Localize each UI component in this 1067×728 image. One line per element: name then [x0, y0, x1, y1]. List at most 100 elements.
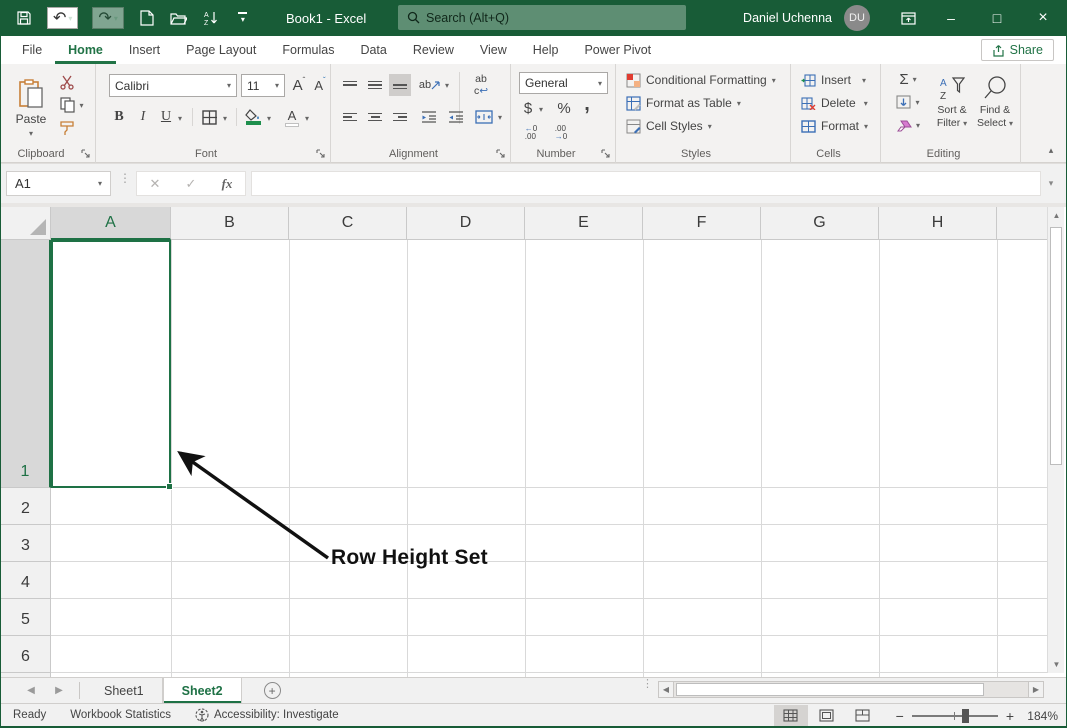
fill-button[interactable]: ▾ — [891, 92, 925, 112]
insert-function-icon[interactable]: fx — [209, 176, 245, 192]
open-folder-icon[interactable] — [170, 9, 188, 27]
sort-filter-button[interactable]: AZ Sort &Filter ▾ — [933, 69, 971, 135]
zoom-level[interactable]: 184% — [1016, 709, 1058, 723]
scroll-right-icon[interactable]: ▶ — [1028, 682, 1043, 697]
name-box[interactable]: A1 ▾ — [6, 171, 111, 196]
decrease-decimal-button[interactable]: .00→0 — [549, 122, 573, 144]
underline-dropdown-icon[interactable]: ▾ — [178, 114, 182, 123]
column-header-d[interactable]: D — [407, 207, 525, 240]
borders-dropdown-icon[interactable]: ▾ — [223, 114, 227, 123]
collapse-ribbon-icon[interactable]: ▴ — [1041, 142, 1061, 158]
tab-view[interactable]: View — [467, 36, 520, 64]
clipboard-dialog-launcher-icon[interactable] — [81, 149, 91, 159]
sort-az-icon[interactable]: AZ — [202, 9, 220, 27]
middle-align-button[interactable] — [364, 74, 386, 96]
comma-style-button[interactable]: , — [579, 94, 595, 114]
selected-cell-a1[interactable] — [51, 240, 171, 488]
tabbar-splitter[interactable]: ⋮ — [642, 682, 653, 687]
copy-dropdown-icon[interactable]: ▾ — [79, 101, 83, 110]
vertical-scrollbar[interactable]: ▲ ▼ — [1047, 207, 1064, 673]
borders-button[interactable] — [198, 106, 220, 128]
redo-button[interactable]: ↷▾ — [92, 7, 123, 29]
row-header-4[interactable]: 4 — [1, 562, 51, 599]
normal-view-icon[interactable] — [774, 705, 808, 726]
tab-home[interactable]: Home — [55, 36, 116, 64]
font-family-select[interactable]: Calibri▾ — [109, 74, 237, 97]
column-header-f[interactable]: F — [643, 207, 761, 240]
grid-row-5[interactable] — [51, 599, 1047, 636]
format-painter-button[interactable] — [56, 118, 78, 138]
share-button[interactable]: Share — [981, 39, 1054, 61]
sheet-tab-sheet2[interactable]: Sheet2 — [163, 678, 242, 703]
avatar[interactable]: DU — [844, 5, 870, 31]
row-header-1[interactable]: 1 — [1, 240, 51, 488]
increase-decimal-button[interactable]: ←0.00 — [519, 122, 543, 144]
bottom-align-button[interactable] — [389, 74, 411, 96]
conditional-formatting-button[interactable]: Conditional Formatting▾ — [624, 70, 778, 90]
autosum-button[interactable]: Σ▾ — [891, 69, 925, 89]
user-name[interactable]: Daniel Uchenna — [743, 11, 832, 25]
align-right-button[interactable] — [389, 106, 411, 128]
tab-file[interactable]: File — [9, 36, 55, 64]
underline-button[interactable]: U — [156, 106, 176, 128]
row-header-2[interactable]: 2 — [1, 488, 51, 525]
new-file-icon[interactable] — [138, 9, 156, 27]
horizontal-scroll-thumb[interactable] — [676, 683, 984, 696]
font-color-dropdown-icon[interactable]: ▾ — [305, 114, 309, 123]
merge-center-button[interactable] — [472, 106, 496, 128]
formula-input[interactable] — [251, 171, 1041, 196]
vertical-scroll-thumb[interactable] — [1050, 227, 1062, 465]
grid-row-1[interactable] — [51, 240, 1047, 488]
tab-review[interactable]: Review — [400, 36, 467, 64]
scroll-down-icon[interactable]: ▼ — [1048, 656, 1065, 673]
sheet-nav-right-icon[interactable]: ▶ — [45, 678, 73, 703]
delete-cells-button[interactable]: Delete▾ — [799, 93, 870, 113]
fill-color-button[interactable] — [242, 105, 264, 129]
cut-button[interactable] — [56, 72, 78, 92]
wrap-text-button[interactable]: abc↩ — [467, 72, 495, 98]
number-format-select[interactable]: General▾ — [519, 72, 608, 94]
align-left-button[interactable] — [339, 106, 361, 128]
tab-data[interactable]: Data — [347, 36, 399, 64]
fill-color-dropdown-icon[interactable]: ▾ — [267, 114, 271, 123]
scroll-up-icon[interactable]: ▲ — [1048, 207, 1065, 224]
search-input[interactable]: Search (Alt+Q) — [398, 5, 686, 30]
undo-dropdown-icon[interactable]: ▾ — [68, 14, 72, 23]
new-sheet-icon[interactable]: + — [264, 682, 281, 699]
formula-bar-expand-icon[interactable]: ▾ — [1042, 171, 1060, 196]
format-as-table-button[interactable]: Format as Table▾ — [624, 93, 743, 113]
ribbon-display-options-icon[interactable] — [888, 0, 928, 36]
bold-button[interactable]: B — [109, 106, 129, 128]
font-color-button[interactable]: A — [282, 105, 302, 129]
font-dialog-launcher-icon[interactable] — [316, 149, 326, 159]
tab-help[interactable]: Help — [520, 36, 572, 64]
page-break-view-icon[interactable] — [846, 705, 880, 726]
decrease-indent-button[interactable] — [417, 106, 441, 128]
row-header-5[interactable]: 5 — [1, 599, 51, 636]
paste-button[interactable]: Paste ▾ — [9, 70, 53, 146]
column-header-partial[interactable] — [997, 207, 1047, 240]
alignment-dialog-launcher-icon[interactable] — [496, 149, 506, 159]
cells-area[interactable]: Row Height Set — [51, 240, 1047, 677]
find-select-button[interactable]: Find &Select ▾ — [975, 69, 1015, 135]
undo-button[interactable]: ↶▾ — [47, 7, 78, 29]
paste-dropdown-icon[interactable]: ▾ — [29, 129, 33, 138]
customize-qat-icon[interactable]: ▾ — [234, 9, 252, 27]
decrease-font-size-button[interactable]: Aˇ — [310, 74, 330, 96]
cancel-icon[interactable]: ✕ — [137, 176, 173, 192]
select-all-button[interactable] — [1, 207, 51, 240]
italic-button[interactable]: I — [133, 106, 153, 128]
horizontal-scrollbar[interactable]: ◀ ▶ — [658, 681, 1044, 698]
grid-row-2[interactable] — [51, 488, 1047, 525]
grid-row-6[interactable] — [51, 636, 1047, 673]
format-cells-button[interactable]: Format▾ — [799, 116, 870, 136]
zoom-slider[interactable] — [912, 715, 998, 717]
accounting-dropdown-icon[interactable]: ▾ — [539, 105, 543, 114]
align-center-button[interactable] — [364, 106, 386, 128]
column-header-e[interactable]: E — [525, 207, 643, 240]
scroll-left-icon[interactable]: ◀ — [659, 682, 674, 697]
clear-button[interactable]: ▾ — [891, 115, 925, 135]
fill-handle[interactable] — [166, 483, 173, 490]
font-size-select[interactable]: 11▾ — [241, 74, 285, 97]
accessibility-button[interactable]: Accessibility: Investigate — [183, 704, 351, 726]
